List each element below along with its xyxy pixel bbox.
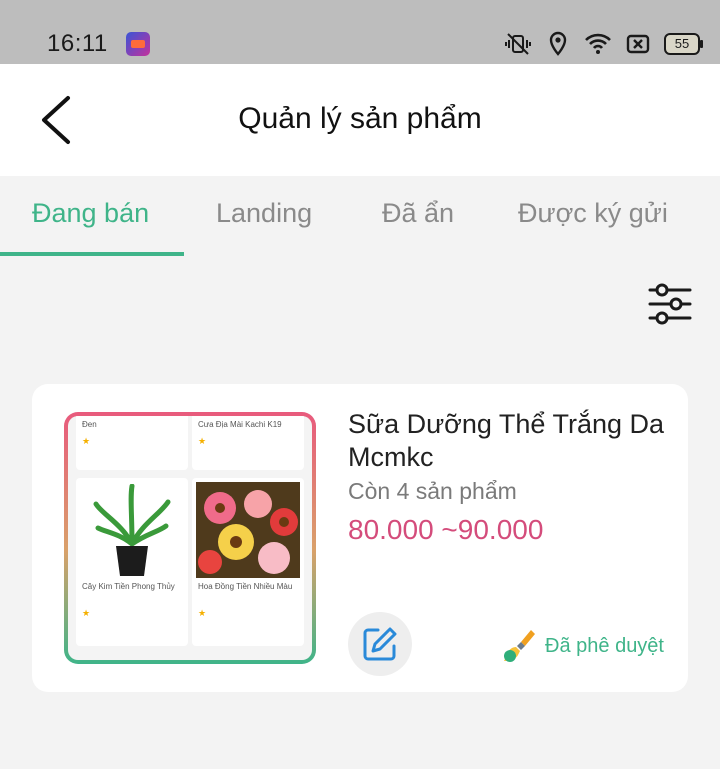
mini-tile: Cưa Địa Mài Kachi K19 ★ bbox=[192, 416, 304, 470]
filter-sliders-icon[interactable] bbox=[646, 282, 694, 326]
thumbnail-content: Đen ★ Cưa Địa Mài Kachi K19 ★ Cây Kim Ti… bbox=[68, 416, 312, 660]
tab-da-an[interactable]: Đã ẩn bbox=[382, 198, 454, 229]
status-icons: 55 bbox=[504, 30, 703, 58]
product-card[interactable]: Đen ★ Cưa Địa Mài Kachi K19 ★ Cây Kim Ti… bbox=[32, 384, 688, 692]
mini-tile: Cây Kim Tiền Phong Thủy ★ bbox=[76, 478, 188, 646]
flowers-icon bbox=[196, 482, 300, 578]
mini-tile-title: Cây Kim Tiền Phong Thủy bbox=[82, 582, 175, 591]
vibrate-icon bbox=[505, 33, 531, 55]
page-title: Quản lý sản phẩm bbox=[238, 102, 482, 135]
star-icon: ★ bbox=[198, 608, 207, 618]
mini-tile: Hoa Đồng Tiền Nhiều Màu ★ bbox=[192, 478, 304, 646]
star-icon: ★ bbox=[82, 436, 91, 446]
star-icon: ★ bbox=[198, 436, 207, 446]
star-icon: ★ bbox=[82, 608, 91, 618]
sim-icon bbox=[626, 34, 650, 54]
tab-duoc-ky-gui[interactable]: Được ký gửi bbox=[518, 198, 668, 229]
status-time: 16:11 bbox=[47, 30, 108, 57]
tab-bar: Đang bán Landing Đã ẩn Được ký gửi bbox=[0, 176, 720, 256]
tab-dang-ban[interactable]: Đang bán bbox=[32, 198, 149, 229]
app-icon bbox=[126, 32, 150, 56]
status-bar: 16:11 55 bbox=[0, 0, 720, 64]
status-label: Đã phê duyệt bbox=[545, 634, 664, 657]
battery-icon: 55 bbox=[664, 33, 703, 55]
edit-icon bbox=[363, 627, 397, 661]
app-header: Quản lý sản phẩm bbox=[0, 64, 720, 176]
mini-tile-title: Hoa Đồng Tiền Nhiều Màu bbox=[198, 582, 293, 591]
product-stock: Còn 4 sản phẩm bbox=[348, 478, 517, 504]
wifi-icon bbox=[585, 33, 611, 54]
active-tab-indicator bbox=[0, 252, 184, 256]
mini-tile-title: Cưa Địa Mài Kachi K19 bbox=[198, 420, 282, 429]
location-icon bbox=[549, 31, 567, 56]
plant-icon bbox=[93, 484, 171, 576]
tab-landing[interactable]: Landing bbox=[216, 198, 312, 229]
mini-tile-title: Đen bbox=[82, 420, 97, 429]
product-name: Sữa Dưỡng Thể Trắng Da Mcmkc bbox=[348, 409, 665, 472]
approved-brush-icon bbox=[504, 630, 536, 662]
approval-status: Đã phê duyệt bbox=[501, 628, 664, 664]
product-price: 80.000 ~90.000 bbox=[348, 514, 544, 545]
mini-tile: Đen ★ bbox=[76, 416, 188, 470]
edit-button[interactable] bbox=[348, 612, 412, 676]
product-thumbnail[interactable]: Đen ★ Cưa Địa Mài Kachi K19 ★ Cây Kim Ti… bbox=[64, 412, 316, 664]
